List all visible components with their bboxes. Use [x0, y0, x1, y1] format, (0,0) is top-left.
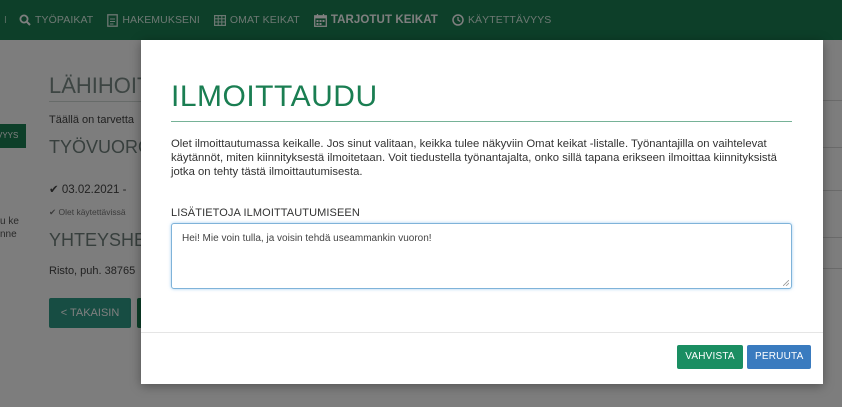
title-divider — [171, 121, 792, 122]
additional-info-textarea[interactable] — [171, 223, 792, 289]
modal-title: ILMOITTAUDU — [171, 80, 378, 113]
additional-info-label: LISÄTIETOJA ILMOITTAUTUMISEEN — [171, 207, 360, 219]
modal-footer-divider — [141, 332, 823, 333]
resize-handle-icon[interactable] — [783, 280, 789, 286]
signup-modal: ILMOITTAUDU Olet ilmoittautumassa keikal… — [141, 40, 823, 384]
modal-intro-text: Olet ilmoittautumassa keikalle. Jos sinu… — [171, 138, 777, 178]
confirm-button[interactable]: VAHVISTA — [677, 345, 743, 369]
cancel-button[interactable]: PERUUTA — [747, 345, 811, 369]
